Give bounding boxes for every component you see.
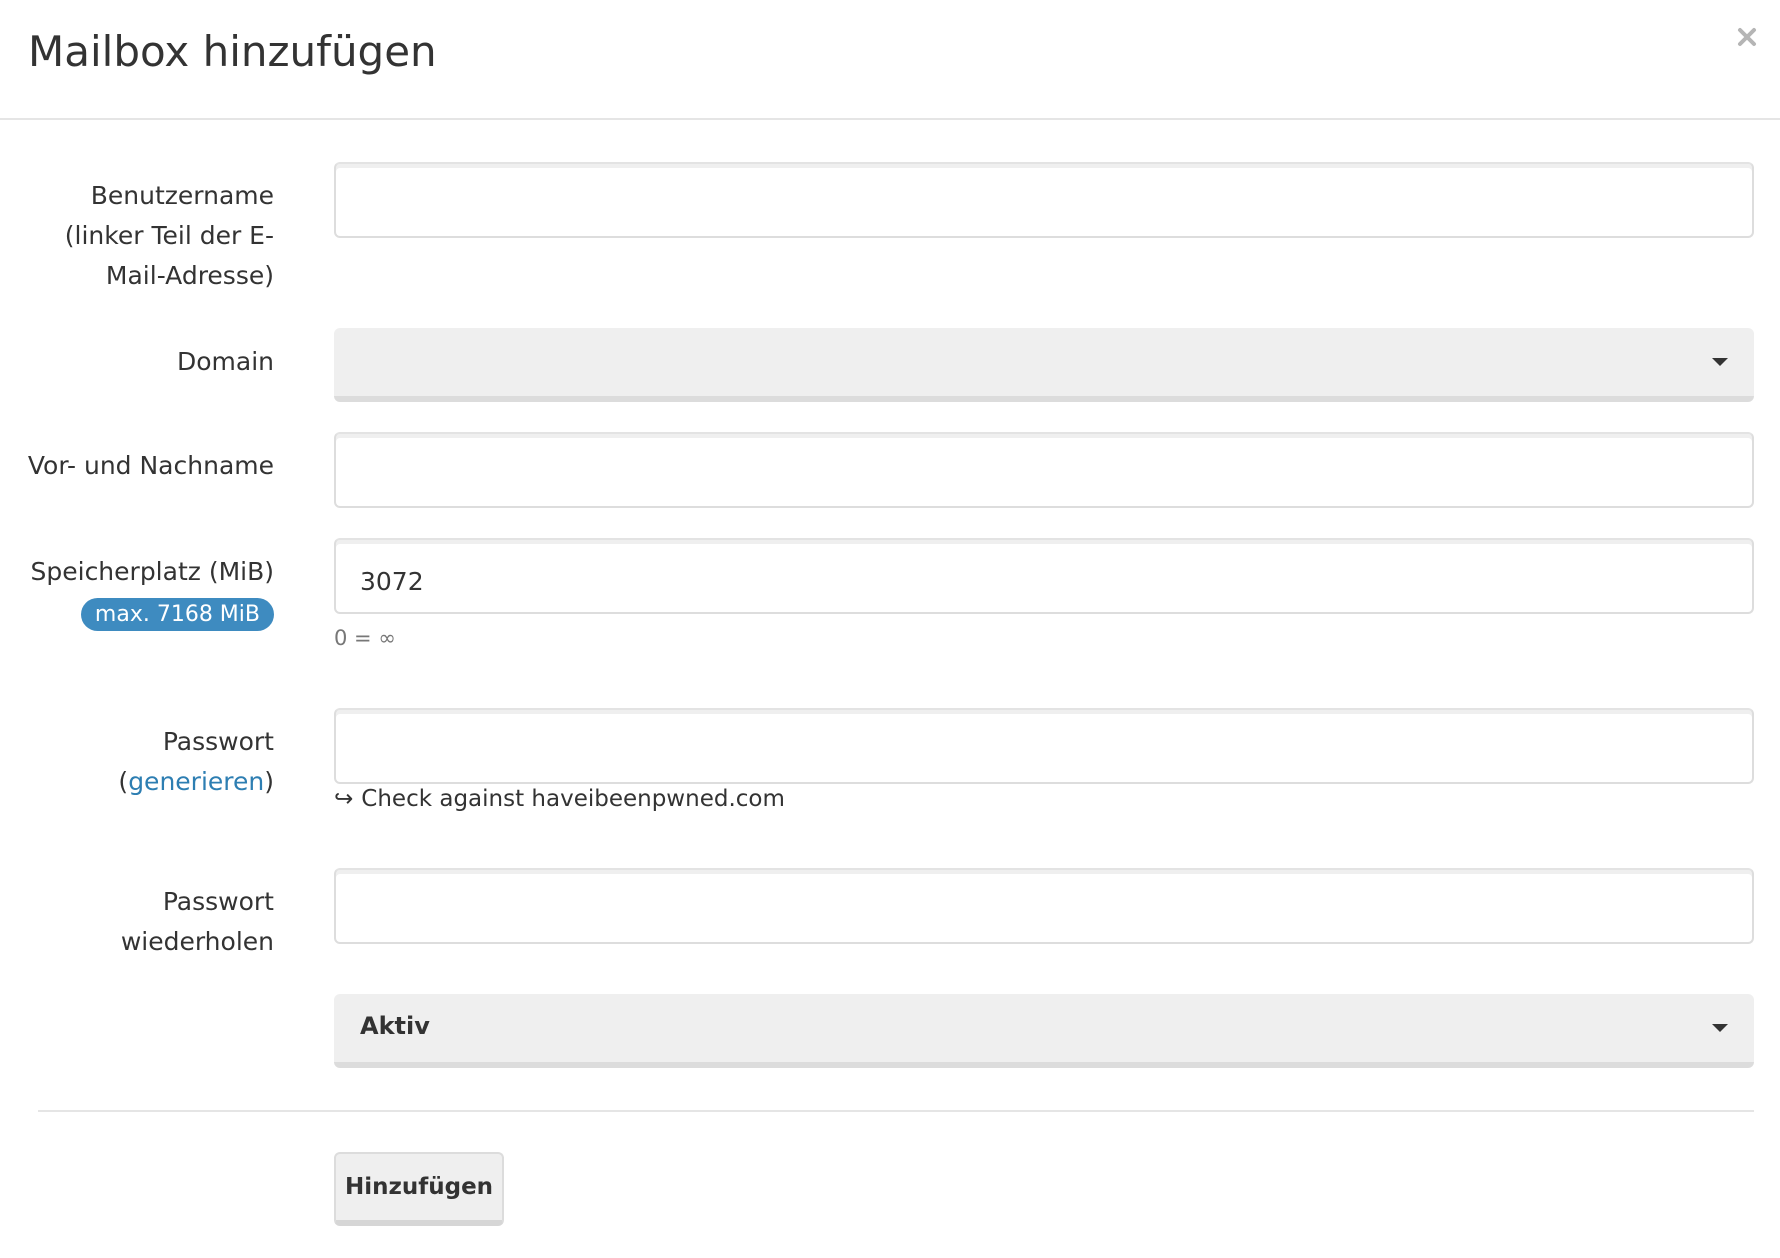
generate-password-link[interactable]: generieren [128, 767, 264, 796]
arrow-return-icon: ↪ [334, 786, 354, 812]
quota-input[interactable] [334, 538, 1754, 614]
close-icon[interactable] [1732, 22, 1762, 52]
pwned-check-text: Check against haveibeenpwned.com [361, 786, 785, 812]
username-label-line2: (linker Teil der E- [64, 221, 274, 250]
modal-header: Mailbox hinzufügen [0, 0, 1780, 120]
fullname-label: Vor- und Nachname [27, 451, 274, 480]
password-repeat-label: Passwort wiederholen [14, 882, 274, 962]
password-label-line1: Passwort [162, 727, 274, 756]
modal-title: Mailbox hinzufügen [28, 27, 437, 76]
active-select[interactable]: Aktiv [334, 994, 1754, 1068]
password-label-line2: (generieren) [118, 767, 274, 796]
domain-select[interactable] [334, 328, 1754, 402]
password-repeat-input[interactable] [334, 868, 1754, 944]
password-repeat-label-line2: wiederholen [120, 927, 274, 956]
fullname-input[interactable] [334, 432, 1754, 508]
password-repeat-label-line1: Passwort [162, 887, 274, 916]
form-divider [38, 1110, 1754, 1112]
password-label: Passwort (generieren) [14, 722, 274, 802]
active-select-value: Aktiv [360, 1012, 430, 1040]
quota-label: Speicherplatz (MiB) [30, 557, 275, 586]
caret-down-icon [1712, 358, 1728, 366]
password-input[interactable] [334, 708, 1754, 784]
username-label: Benutzername (linker Teil der E- Mail-Ad… [14, 176, 274, 296]
quota-help-text: 0 = ∞ [334, 626, 396, 650]
add-mailbox-button[interactable]: Hinzufügen [334, 1152, 504, 1226]
username-input[interactable] [334, 162, 1754, 238]
username-label-line3: Mail-Adresse) [105, 261, 274, 290]
quota-max-badge: max. 7168 MiB [80, 598, 274, 631]
caret-down-icon [1712, 1024, 1728, 1032]
username-label-line1: Benutzername [90, 181, 274, 210]
pwned-check-link[interactable]: ↪ Check against haveibeenpwned.com [334, 786, 785, 812]
domain-label: Domain [176, 347, 274, 376]
